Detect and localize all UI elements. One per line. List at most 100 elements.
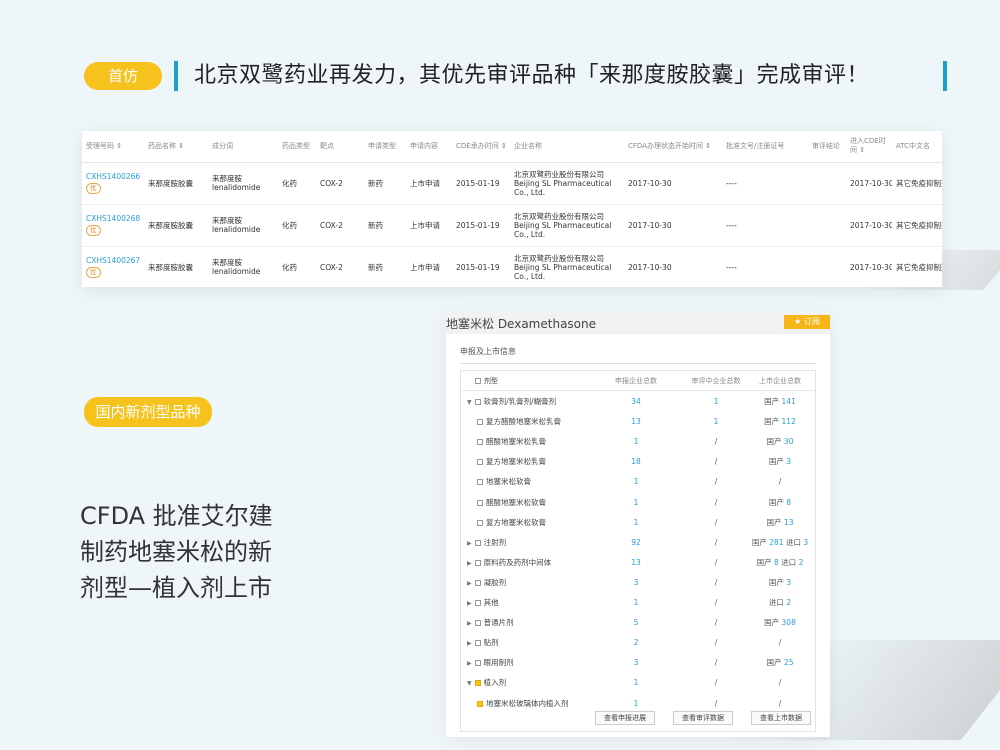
checkbox-checked[interactable] [477,700,483,707]
column-header: 成分词 [208,131,278,163]
checkbox[interactable] [474,579,481,586]
checkbox[interactable] [474,620,481,627]
dosage-form-row[interactable]: ▶ 普通片剂 5/国产 308 [461,612,815,632]
caret-down-icon[interactable]: ▼ [467,680,472,687]
applicant-count[interactable]: 13 [606,558,666,567]
view-market-data-button[interactable]: 查看上市数据 [751,711,811,725]
applicant-count[interactable]: 2 [606,638,666,647]
target-cell: COX-2 [316,162,364,205]
caret-right-icon[interactable]: ▶ [467,620,472,627]
caret-right-icon[interactable]: ▶ [467,640,472,647]
applicant-count[interactable]: 92 [606,538,666,547]
acceptance-number-link[interactable]: CXHS1400267 [86,256,142,265]
dosage-form-name-cell: 复方地塞米松乳膏 [477,457,546,466]
view-application-progress-button[interactable]: 查看申报进展 [595,711,655,725]
company-cell: 北京双鹭药业股份有限公司 Beijing SL Pharmaceutical C… [510,246,624,287]
dosage-form-name-cell: ▼ 软膏剂/乳膏剂/糊膏剂 [467,397,556,407]
dosage-form-row[interactable]: 复方地塞米松软膏 1/国产 13 [461,512,815,532]
caret-down-icon[interactable]: ▼ [467,399,472,406]
dosage-form-row[interactable]: ▶ 原料药及药剂中间体 13/国产 8 进口 2 [461,552,815,572]
tag-first-generic: 首仿 [84,62,162,90]
column-header[interactable]: CFDA办理状态开始时间 ⇕ [624,131,722,163]
checkbox[interactable] [474,399,481,405]
dosage-form-table: 剂型 申报企业总数 审评中企业总数 上市企业总数 ▼ 软膏剂/乳膏剂/糊膏剂 34 1… [460,370,816,732]
applicant-count[interactable]: 5 [606,618,666,627]
table-row[interactable]: CXHS1400268 优 来那度胺胶囊 来那度胺 lenalidomide 化药 COX… [82,204,942,247]
table-row[interactable]: CXHS1400266 优 来那度胺胶囊 来那度胺 lenalidomide 化药 COX… [82,162,942,205]
type-cell: 化药 [278,246,316,287]
table-header-row: 受理号码 ⇕ 药品名称 ⇕ 成分词 药品类型 靶点 申请类型 申请内容 CDE承办时间 ⇕ 企业… [82,131,942,163]
column-header: 靶点 [316,131,364,163]
checkbox[interactable] [474,640,481,647]
checkbox[interactable] [477,519,483,526]
applicant-count[interactable]: 1 [606,477,666,486]
checkbox-checked[interactable] [474,680,481,687]
caret-right-icon[interactable]: ▶ [467,600,472,607]
checkbox[interactable] [474,539,481,546]
dosage-form-row[interactable]: ▶ 凝胶剂 3/国产 3 [461,572,815,592]
applicant-count[interactable]: 3 [606,578,666,587]
checkbox[interactable] [477,499,483,506]
checkbox[interactable] [474,660,481,667]
column-header[interactable]: 进入CDE时间 ⇕ [846,131,892,163]
acceptance-number-link[interactable]: CXHS1400268 [86,214,142,223]
caret-right-icon[interactable]: ▶ [467,540,472,547]
caret-right-icon[interactable]: ▶ [467,660,472,667]
checkbox[interactable] [477,419,483,426]
dosage-form-row[interactable]: ▼ 植入剂 1// [461,672,815,692]
name-cell: 来那度胺胶囊 [144,246,208,287]
dosage-form-name: 贴剂 [483,638,499,648]
applicant-count[interactable]: 1 [606,598,666,607]
dosage-form-row[interactable]: ▶ 注射剂 92/国产 281 进口 3 [461,532,815,552]
checkbox[interactable] [474,559,481,566]
column-header[interactable]: 药品名称 ⇕ [144,131,208,163]
dosage-form-row[interactable]: 醋酸地塞米松软膏 1/国产 8 [461,492,815,512]
dosage-form-name: 复方地塞米松乳膏 [486,457,546,467]
priority-badge: 优 [86,183,101,194]
dosage-form-row[interactable]: ▼ 软膏剂/乳膏剂/糊膏剂 34 1 国产 141 [461,391,815,411]
dosage-form-row[interactable]: 醋酸地塞米松乳膏 1/国产 30 [461,431,815,451]
column-header: 上市企业总数 [759,377,801,385]
applicant-count[interactable]: 1 [606,678,666,687]
select-all-checkbox[interactable] [475,378,481,384]
applicant-count[interactable]: 1 [606,437,666,446]
applicant-count[interactable]: 18 [606,457,666,466]
registry-table-card: 受理号码 ⇕ 药品名称 ⇕ 成分词 药品类型 靶点 申请类型 申请内容 CDE承办时间 ⇕ 企业… [82,131,942,287]
applicant-count[interactable]: 3 [606,658,666,667]
subscribe-button[interactable]: ★ 订阅 [784,315,830,329]
dosage-form-row[interactable]: ▶ 其他 1/进口 2 [461,592,815,612]
name-cell: 来那度胺胶囊 [144,204,208,247]
column-header: 药品类型 [278,131,316,163]
applicant-count[interactable]: 1 [606,518,666,527]
column-header[interactable]: 受理号码 ⇕ [82,131,144,163]
applicant-count[interactable]: 34 [606,397,666,406]
applicant-count[interactable]: 1 [606,498,666,507]
headline: 北京双鹭药业再发力，其优先审评品种「来那度胺胶囊」完成审评！ [194,63,870,88]
checkbox[interactable] [477,459,483,466]
applicant-count[interactable]: 13 [606,417,666,426]
checkbox[interactable] [477,479,483,486]
checkbox[interactable] [477,439,483,446]
caret-right-icon[interactable]: ▶ [467,580,472,587]
apply-cell: 新药 [364,204,406,247]
registry-table: 受理号码 ⇕ 药品名称 ⇕ 成分词 药品类型 靶点 申请类型 申请内容 CDE承办时间 ⇕ 企业… [82,131,942,287]
checkbox[interactable] [474,600,481,606]
dosage-form-row[interactable]: 地塞米松玻璃体内植入剂 1// [461,693,815,713]
applicant-count[interactable]: 1 [606,699,666,708]
dosage-form-name-cell: 地塞米松软膏 [477,477,531,486]
type-cell: 化药 [278,204,316,247]
table-row[interactable]: CXHS1400267 优 来那度胺胶囊 来那度胺 lenalidomide 化药 COX… [82,246,942,287]
dosage-form-row[interactable]: 地塞米松软膏 1// [461,471,815,491]
dosage-form-row[interactable]: ▶ 贴剂 2// [461,632,815,652]
caret-right-icon[interactable]: ▶ [467,560,472,567]
dosage-form-row[interactable]: ▶ 眼用制剂 3/国产 25 [461,652,815,672]
column-header: 申请内容 [406,131,452,163]
column-header[interactable]: CDE承办时间 ⇕ [452,131,510,163]
view-review-data-button[interactable]: 查看审评数据 [673,711,733,725]
acceptance-number-link[interactable]: CXHS1400266 [86,172,142,181]
cde-date-cell: 2015-01-19 [452,204,510,247]
news-summary: CFDA 批准艾尔建 制药地塞米松的新 剂型—植入剂上市 [80,498,273,606]
conclusion-cell [808,204,846,247]
dosage-form-row[interactable]: 复方地塞米松乳膏 18/国产 3 [461,451,815,471]
dosage-form-row[interactable]: 复方醋酸地塞米松乳膏 13 1 国产 112 [461,411,815,431]
